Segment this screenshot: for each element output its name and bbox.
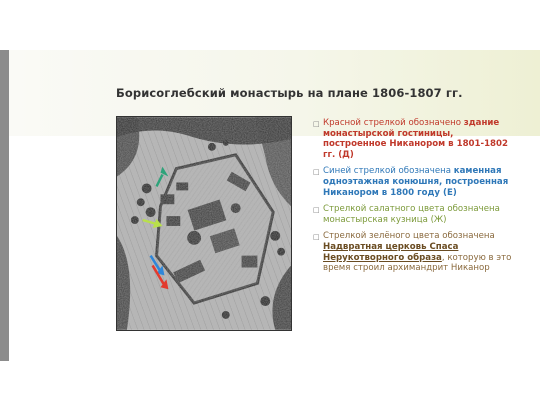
legend-list: □ Красной стрелкой обозначено здание мон… [313, 118, 513, 280]
slide-title: Борисоглебский монастырь на плане 1806-1… [116, 86, 463, 100]
bullet-icon: □ [313, 120, 320, 128]
legend-red-lead: Красной стрелкой обозначено [323, 118, 461, 128]
legend-blue-lead: Синей стрелкой обозначена [323, 166, 452, 177]
bullet-icon: □ [313, 206, 320, 215]
legend-item-green: □ Стрелкой зелёного цвета обозначена Над… [313, 231, 513, 273]
legend-item-red: □ Красной стрелкой обозначено здание мон… [313, 118, 513, 160]
legend-item-salad: □ Стрелкой салатного цвета обозначена мо… [313, 204, 513, 225]
bullet-icon: □ [313, 233, 320, 242]
slide: Борисоглебский монастырь на плане 1806-1… [0, 0, 540, 405]
monastery-plan-image [116, 116, 292, 331]
legend-salad-text: Стрелкой салатного цвета обозначена мона… [323, 204, 500, 225]
legend-green-lead: Стрелкой зелёного цвета обозначена [323, 231, 495, 242]
bullet-icon: □ [313, 168, 320, 177]
left-accent-bar [0, 50, 9, 361]
legend-green-bold: Надвратная церковь Спаса Нерукотворного … [323, 241, 459, 263]
legend-item-blue: □ Синей стрелкой обозначена каменная одн… [313, 166, 513, 198]
